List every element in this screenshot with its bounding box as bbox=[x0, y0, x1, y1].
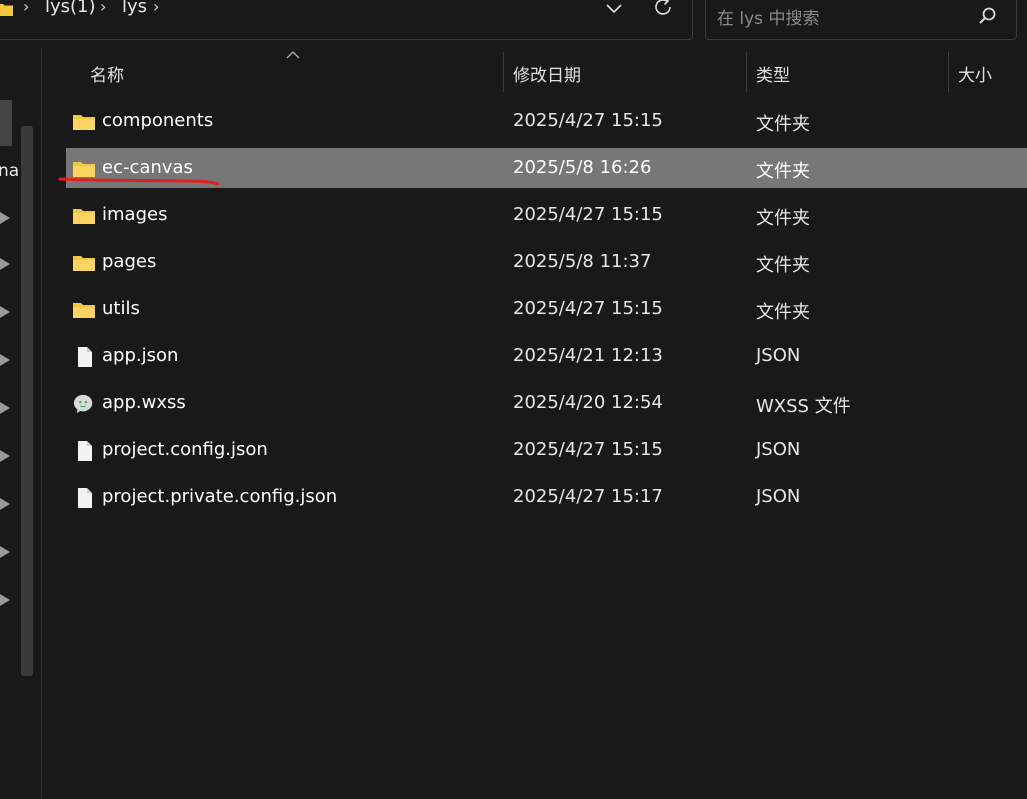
file-name[interactable]: app.wxss bbox=[102, 392, 186, 413]
file-type: JSON bbox=[756, 345, 801, 366]
nav-item-label[interactable]: na bbox=[0, 161, 19, 181]
file-icon bbox=[72, 346, 96, 367]
column-header-date[interactable]: 修改日期 bbox=[504, 52, 746, 92]
pin-icon bbox=[0, 546, 10, 558]
breadcrumb-separator[interactable]: › bbox=[153, 0, 159, 16]
pane-divider[interactable] bbox=[41, 48, 42, 799]
address-bar[interactable]: › lys(1) › lys › bbox=[0, 0, 693, 40]
search-placeholder: 在 lys 中搜索 bbox=[717, 9, 820, 29]
nav-scrollbar[interactable] bbox=[21, 126, 33, 676]
file-icon bbox=[72, 440, 96, 461]
file-row[interactable]: images 2025/4/27 15:15 文件夹 bbox=[66, 195, 1027, 235]
annotation-underline bbox=[58, 177, 220, 186]
breadcrumb-item[interactable]: lys(1) bbox=[45, 0, 96, 17]
breadcrumb-separator: › bbox=[23, 0, 30, 16]
file-modified-date: 2025/5/8 11:37 bbox=[513, 251, 652, 272]
pin-icon bbox=[0, 258, 10, 270]
folder-icon bbox=[72, 205, 96, 225]
column-header-label: 名称 bbox=[90, 66, 124, 86]
file-type: 文件夹 bbox=[756, 302, 810, 323]
chevron-down-icon[interactable] bbox=[603, 0, 625, 19]
folder-icon bbox=[72, 252, 96, 272]
file-name[interactable]: app.json bbox=[102, 345, 178, 366]
file-modified-date: 2025/4/27 15:15 bbox=[513, 439, 663, 460]
file-type: JSON bbox=[756, 439, 801, 460]
folder-icon bbox=[0, 4, 13, 16]
file-modified-date: 2025/4/27 15:15 bbox=[513, 204, 663, 225]
column-header-name[interactable]: 名称 bbox=[66, 52, 503, 92]
file-type: WXSS 文件 bbox=[756, 396, 851, 417]
file-modified-date: 2025/4/27 15:17 bbox=[513, 486, 663, 507]
pin-icon bbox=[0, 450, 10, 462]
file-name[interactable]: images bbox=[102, 204, 167, 225]
refresh-icon[interactable] bbox=[651, 0, 675, 19]
file-row[interactable]: pages 2025/5/8 11:37 文件夹 bbox=[66, 242, 1027, 282]
pin-icon bbox=[0, 212, 10, 224]
column-header-label: 大小 bbox=[958, 66, 992, 86]
column-header-label: 类型 bbox=[756, 66, 790, 86]
file-modified-date: 2025/4/21 12:13 bbox=[513, 345, 663, 366]
folder-icon bbox=[72, 299, 96, 319]
file-row[interactable]: app.wxss 2025/4/20 12:54 WXSS 文件 bbox=[66, 383, 1027, 423]
breadcrumb-separator: › bbox=[100, 0, 107, 16]
file-name[interactable]: utils bbox=[102, 298, 140, 319]
file-explorer-window: › lys(1) › lys › 在 lys 中搜索 na 名称 修改日期 类型… bbox=[0, 0, 1027, 799]
pin-icon bbox=[0, 306, 10, 318]
file-name[interactable]: pages bbox=[102, 251, 156, 272]
navigation-pane[interactable]: na bbox=[0, 48, 34, 799]
column-header-size[interactable]: 大小 bbox=[949, 52, 1027, 92]
file-row[interactable]: app.json 2025/4/21 12:13 JSON bbox=[66, 336, 1027, 376]
file-modified-date: 2025/4/20 12:54 bbox=[513, 392, 663, 413]
file-name[interactable]: project.config.json bbox=[102, 439, 268, 460]
file-modified-date: 2025/4/27 15:15 bbox=[513, 298, 663, 319]
scrollbar-thumb[interactable] bbox=[21, 126, 33, 676]
search-icon[interactable] bbox=[978, 6, 998, 26]
search-input[interactable]: 在 lys 中搜索 bbox=[705, 0, 1017, 40]
file-name[interactable]: components bbox=[102, 110, 213, 131]
pin-icon bbox=[0, 354, 10, 366]
folder-icon bbox=[72, 111, 96, 131]
file-type: 文件夹 bbox=[756, 114, 810, 135]
file-row[interactable]: components 2025/4/27 15:15 文件夹 bbox=[66, 101, 1027, 141]
nav-selected-indicator bbox=[0, 100, 12, 146]
pin-icon bbox=[0, 498, 10, 510]
breadcrumb-item[interactable]: lys bbox=[122, 0, 147, 17]
file-type: JSON bbox=[756, 486, 801, 507]
file-type: 文件夹 bbox=[756, 161, 810, 182]
file-modified-date: 2025/5/8 16:26 bbox=[513, 157, 652, 178]
column-header-label: 修改日期 bbox=[513, 66, 581, 86]
file-name[interactable]: project.private.config.json bbox=[102, 486, 337, 507]
file-type: 文件夹 bbox=[756, 255, 810, 276]
file-row[interactable]: utils 2025/4/27 15:15 文件夹 bbox=[66, 289, 1027, 329]
file-type: 文件夹 bbox=[756, 208, 810, 229]
file-row[interactable]: project.private.config.json 2025/4/27 15:… bbox=[66, 477, 1027, 517]
file-modified-date: 2025/4/27 15:15 bbox=[513, 110, 663, 131]
pin-icon bbox=[0, 594, 10, 606]
file-icon bbox=[72, 487, 96, 508]
pin-icon bbox=[0, 402, 10, 414]
wechat-file-icon bbox=[72, 393, 96, 414]
file-row[interactable]: project.config.json 2025/4/27 15:15 JSON bbox=[66, 430, 1027, 470]
column-header-type[interactable]: 类型 bbox=[747, 52, 948, 92]
